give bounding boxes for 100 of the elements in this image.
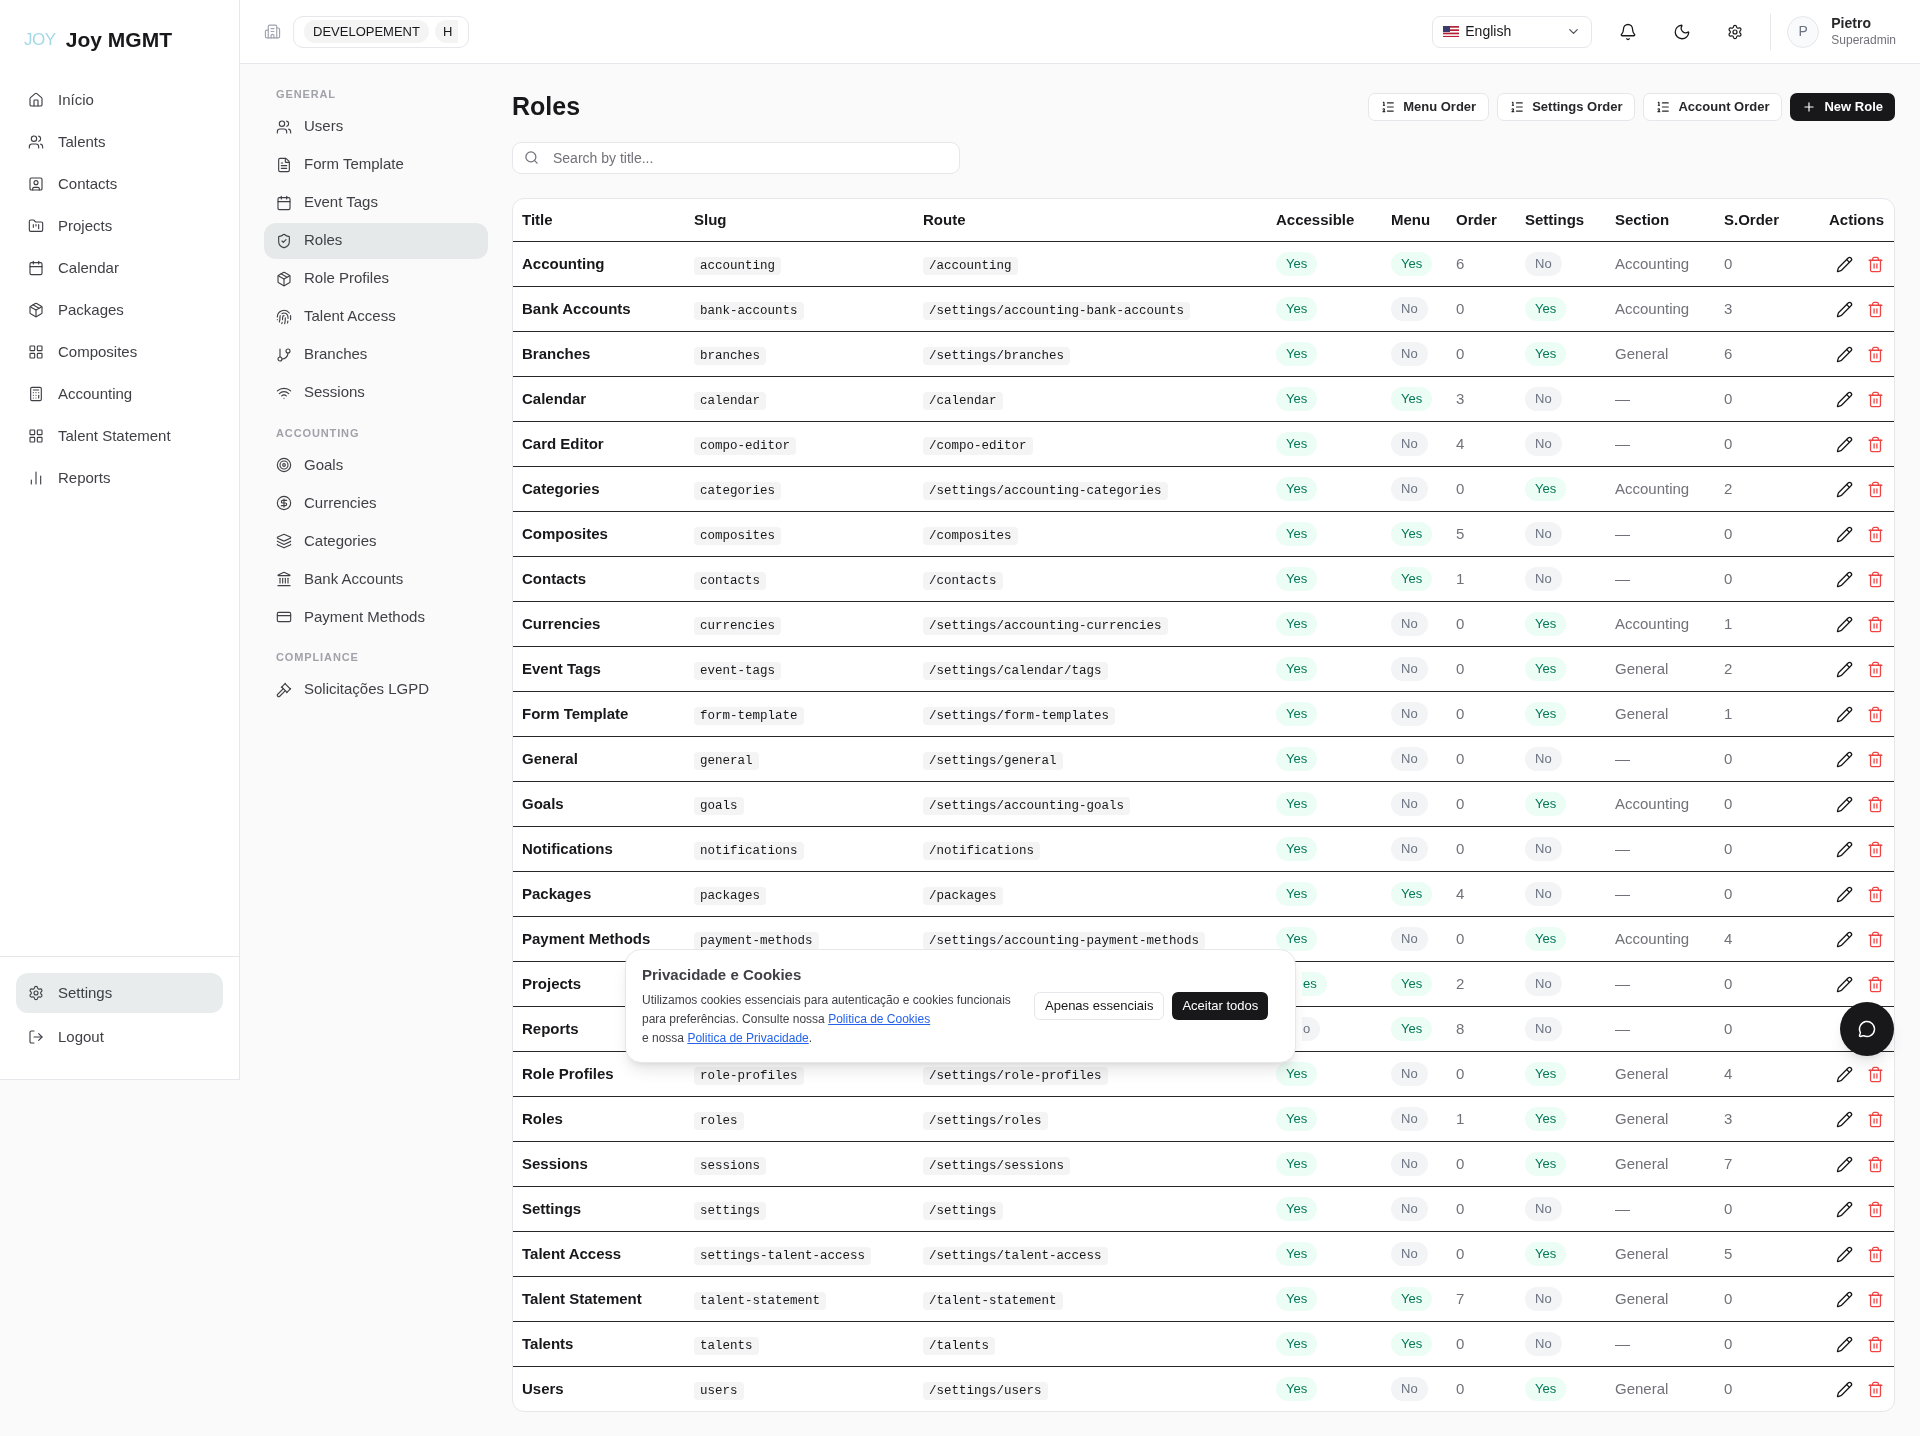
settings-nav-item[interactable]: Form Template <box>264 146 488 183</box>
essentials-button[interactable]: Apenas essenciais <box>1034 992 1165 1020</box>
settings-nav-item[interactable]: Goals <box>264 447 488 483</box>
settings-nav-item[interactable]: Solicitações LGPD <box>264 671 488 708</box>
table-cell-text: 0 <box>1456 1063 1466 1084</box>
edit-icon[interactable] <box>1836 1065 1853 1083</box>
delete-icon[interactable] <box>1867 390 1884 408</box>
settings-nav-item[interactable]: Currencies <box>264 485 488 521</box>
edit-icon[interactable] <box>1836 345 1853 363</box>
edit-icon[interactable] <box>1836 1155 1853 1173</box>
edit-icon[interactable] <box>1836 390 1853 408</box>
edit-icon[interactable] <box>1836 300 1853 318</box>
edit-icon[interactable] <box>1836 255 1853 273</box>
settings-nav-item[interactable]: Role Profiles <box>264 260 488 297</box>
delete-icon[interactable] <box>1867 1245 1884 1263</box>
edit-icon[interactable] <box>1836 1245 1853 1263</box>
edit-icon[interactable] <box>1836 525 1853 543</box>
nav-item[interactable]: Accounting <box>16 375 223 413</box>
edit-icon[interactable] <box>1836 750 1853 768</box>
settings-nav-item[interactable]: Payment Methods <box>264 599 488 635</box>
nav-item[interactable]: Projects <box>16 207 223 245</box>
nav-item[interactable]: Calendar <box>16 249 223 287</box>
edit-icon[interactable] <box>1836 1335 1853 1353</box>
edit-icon[interactable] <box>1836 930 1853 948</box>
delete-icon[interactable] <box>1867 1200 1884 1218</box>
avatar[interactable]: P <box>1787 15 1820 48</box>
delete-icon[interactable] <box>1867 300 1884 318</box>
delete-icon[interactable] <box>1867 435 1884 453</box>
nav-item[interactable]: Settings <box>16 973 223 1013</box>
status-badge: No <box>1525 882 1562 906</box>
edit-icon[interactable] <box>1836 1290 1853 1308</box>
order-button[interactable]: Account Order <box>1643 93 1783 121</box>
edit-icon[interactable] <box>1836 435 1853 453</box>
edit-icon[interactable] <box>1836 660 1853 678</box>
environment-select[interactable]: DEVELOPEMENT H <box>293 15 469 48</box>
delete-icon[interactable] <box>1867 1110 1884 1128</box>
settings-nav-item[interactable]: Event Tags <box>264 184 488 221</box>
delete-icon[interactable] <box>1867 1290 1884 1308</box>
delete-icon[interactable] <box>1867 1335 1884 1353</box>
delete-icon[interactable] <box>1867 705 1884 723</box>
delete-icon[interactable] <box>1867 795 1884 813</box>
edit-icon[interactable] <box>1836 795 1853 813</box>
edit-icon[interactable] <box>1836 570 1853 588</box>
settings-nav-item[interactable]: Branches <box>264 336 488 373</box>
nav-item[interactable]: Reports <box>16 459 223 497</box>
edit-icon[interactable] <box>1836 840 1853 858</box>
moon-icon[interactable] <box>1673 22 1692 41</box>
new-role-button[interactable]: New Role <box>1790 93 1895 121</box>
delete-icon[interactable] <box>1867 930 1884 948</box>
order-button[interactable]: Settings Order <box>1497 93 1636 121</box>
contact-card-icon <box>28 176 44 192</box>
delete-icon[interactable] <box>1867 885 1884 903</box>
settings-nav-item[interactable]: Sessions <box>264 374 488 411</box>
nav-item[interactable]: Talent Statement <box>16 417 223 455</box>
delete-icon[interactable] <box>1867 660 1884 678</box>
language-select[interactable]: English <box>1432 15 1593 48</box>
nav-item[interactable]: Início <box>16 81 223 119</box>
edit-icon[interactable] <box>1836 975 1853 993</box>
delete-icon[interactable] <box>1867 255 1884 273</box>
settings-nav-item[interactable]: Users <box>264 108 488 145</box>
delete-icon[interactable] <box>1867 1065 1884 1083</box>
delete-icon[interactable] <box>1867 975 1884 993</box>
edit-icon[interactable] <box>1836 480 1853 498</box>
nav-item[interactable]: Talents <box>16 123 223 161</box>
edit-icon[interactable] <box>1836 885 1853 903</box>
nav-item[interactable]: Logout <box>16 1017 223 1057</box>
delete-icon[interactable] <box>1867 345 1884 363</box>
notifications-icon[interactable] <box>1619 22 1638 41</box>
delete-icon[interactable] <box>1867 750 1884 768</box>
edit-icon[interactable] <box>1836 1380 1853 1398</box>
settings-nav-item[interactable]: Bank Accounts <box>264 561 488 597</box>
delete-icon[interactable] <box>1867 840 1884 858</box>
status-badge: Yes <box>1525 1107 1567 1131</box>
status-badge: Yes <box>1276 1062 1318 1086</box>
order-button[interactable]: Menu Order <box>1368 93 1490 121</box>
status-badge: Yes <box>1276 387 1318 411</box>
cookie-policy-link[interactable]: Politica de Cookies <box>828 1011 931 1026</box>
delete-icon[interactable] <box>1867 480 1884 498</box>
delete-icon[interactable] <box>1867 570 1884 588</box>
settings-nav-item[interactable]: Talent Access <box>264 298 488 335</box>
edit-icon[interactable] <box>1836 1110 1853 1128</box>
settings-nav-item[interactable]: Categories <box>264 523 488 559</box>
privacy-policy-link[interactable]: Politica de Privacidade <box>687 1030 809 1045</box>
search-field[interactable]: Search by title... <box>512 142 960 174</box>
settings-icon[interactable] <box>1727 23 1744 40</box>
nav-item[interactable]: Composites <box>16 333 223 371</box>
home-icon <box>28 92 44 108</box>
edit-icon[interactable] <box>1836 705 1853 723</box>
nav-item[interactable]: Contacts <box>16 165 223 203</box>
delete-icon[interactable] <box>1867 525 1884 543</box>
edit-icon[interactable] <box>1836 1200 1853 1218</box>
accept-all-button[interactable]: Aceitar todos <box>1172 992 1269 1020</box>
nav-item[interactable]: Packages <box>16 291 223 329</box>
delete-icon[interactable] <box>1867 1380 1884 1398</box>
status-badge: o <box>1302 1017 1321 1041</box>
settings-nav-item[interactable]: Roles <box>264 222 488 259</box>
edit-icon[interactable] <box>1836 615 1853 633</box>
delete-icon[interactable] <box>1867 1155 1884 1173</box>
delete-icon[interactable] <box>1867 615 1884 633</box>
status-badge: Yes <box>1391 1287 1433 1311</box>
